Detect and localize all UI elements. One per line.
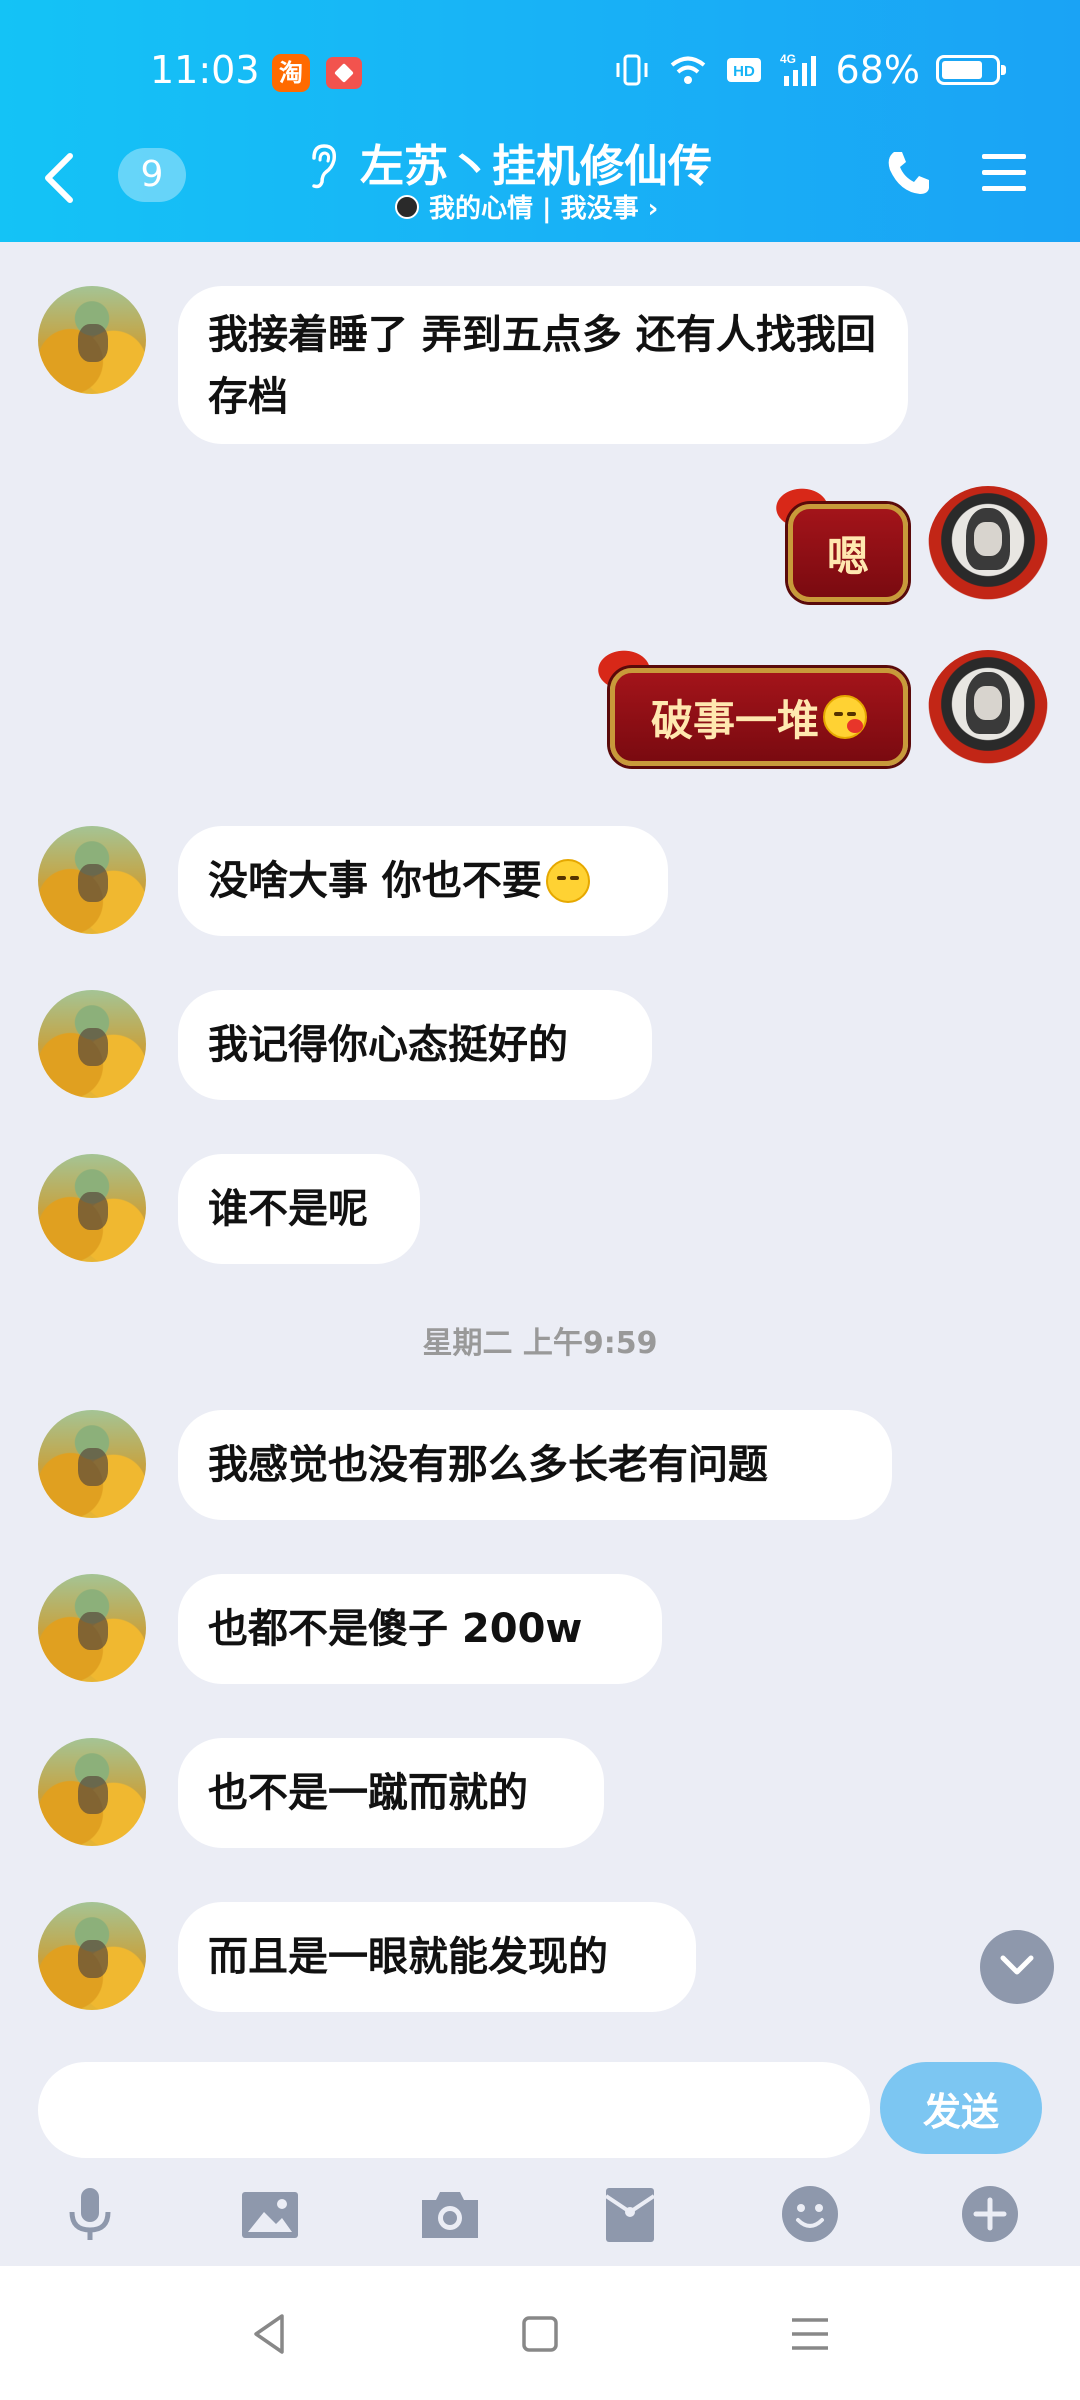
phone-call-icon[interactable] [884,148,932,198]
message-timestamp: 星期二 上午9:59 [422,1326,658,1361]
vibrate-icon [616,54,648,86]
hd-icon: HD [726,58,761,82]
microphone-icon[interactable] [58,2182,122,2246]
message-bubble-self[interactable]: 嗯 [788,504,908,602]
wifi-icon [670,56,705,84]
image-icon[interactable] [238,2182,302,2246]
message-bubble[interactable]: 谁不是呢 [178,1154,420,1264]
battery-icon [936,55,1006,85]
contact-avatar[interactable] [38,990,146,1098]
message-text: 没啥大事 你也不要 [208,858,542,904]
message-text: 谁不是呢 [208,1186,368,1232]
message-text: 我接着睡了 弄到五点多 还有人找我回存档 [208,312,876,420]
status-icons: HD 4G 68% [612,48,1006,92]
message-bubble[interactable]: 也不是一蹴而就的 [178,1738,604,1848]
message-bubble-self[interactable]: 破事一堆 [610,668,908,766]
message-text: 我感觉也没有那么多长老有问题 [208,1442,768,1488]
message-text: 也不是一蹴而就的 [208,1770,528,1816]
system-navigation-bar [0,2266,1080,2400]
menu-icon[interactable] [980,150,1028,196]
contact-avatar[interactable] [38,1738,146,1846]
back-triangle-icon[interactable] [244,2308,296,2360]
battery-percent: 68% [835,48,920,92]
camera-icon[interactable] [418,2182,482,2246]
message-bubble[interactable]: 我记得你心态挺好的 [178,990,652,1100]
message-text: 也都不是傻子 200w [208,1606,583,1652]
self-avatar[interactable] [928,650,1048,770]
red-packet-icon[interactable] [598,2182,662,2246]
mood-text: 我的心情 | 我没事 › [429,194,659,224]
message-text: 嗯 [826,531,869,581]
mood-icon [395,194,419,219]
self-avatar[interactable] [928,486,1048,606]
message-bubble[interactable]: 没啥大事 你也不要 [178,826,668,936]
message-bubble[interactable]: 而且是一眼就能发现的 [178,1902,696,2012]
chat-header: 11:03 淘 HD 4G 68% 9 左苏丶挂机修仙传 我的心情 | 我没事 … [0,0,1080,242]
send-button[interactable]: 发送 [880,2062,1042,2154]
message-bubble[interactable]: 我感觉也没有那么多长老有问题 [178,1410,892,1520]
contact-avatar[interactable] [38,1574,146,1682]
chat-title[interactable]: 左苏丶挂机修仙传 [360,130,712,194]
message-text: 破事一堆 [650,695,819,745]
smirk-emoji-icon [545,859,590,903]
4g-signal-icon: 4G [780,52,816,86]
message-text: 而且是一眼就能发现的 [208,1934,608,1980]
message-text: 我记得你心态挺好的 [208,1022,568,1068]
notification-app-icon [326,57,362,89]
plus-icon[interactable] [958,2182,1022,2246]
unread-count-badge[interactable]: 9 [118,148,186,202]
kiss-emoji-icon [823,695,867,739]
home-square-icon[interactable] [514,2308,566,2360]
message-bubble[interactable]: 我接着睡了 弄到五点多 还有人找我回存档 [178,286,908,444]
chevron-down-icon [1000,1955,1034,1975]
message-input[interactable] [38,2062,870,2158]
svg-text:4G: 4G [780,52,796,66]
ear-icon[interactable] [302,142,342,190]
contact-avatar[interactable] [38,1410,146,1518]
svg-text:HD: HD [733,63,755,80]
scroll-to-bottom-button[interactable] [980,1930,1054,2004]
message-bubble[interactable]: 也都不是傻子 200w [178,1574,662,1684]
emoji-icon[interactable] [778,2182,842,2246]
back-arrow-icon[interactable] [40,150,80,206]
menu-lines-icon[interactable] [784,2308,836,2360]
contact-avatar[interactable] [38,1154,146,1262]
contact-avatar[interactable] [38,1902,146,2010]
chat-subtitle[interactable]: 我的心情 | 我没事 › [395,188,658,225]
contact-avatar[interactable] [38,826,146,934]
status-time: 11:03 [150,48,260,92]
contact-avatar[interactable] [38,286,146,394]
taobao-app-icon: 淘 [272,54,310,92]
